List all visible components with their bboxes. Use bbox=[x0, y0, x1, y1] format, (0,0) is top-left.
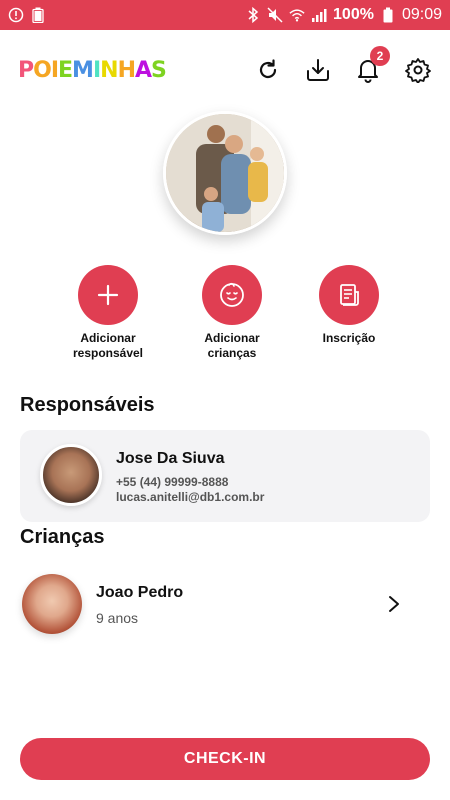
add-guardian-label: Adicionar responsável bbox=[72, 331, 144, 360]
logo-letter: I bbox=[50, 57, 59, 83]
guardian-phone: +55 (44) 99999-8888 bbox=[116, 475, 229, 489]
signal-icon bbox=[311, 7, 327, 23]
app-logo: POIEMINHAS bbox=[18, 57, 167, 83]
guardian-name: Jose Da Siuva bbox=[116, 450, 225, 467]
guardians-title: Responsáveis bbox=[20, 394, 155, 416]
add-children-label: Adicionar crianças bbox=[204, 331, 260, 360]
logo-letter: H bbox=[117, 57, 136, 83]
chevron-right-icon[interactable] bbox=[384, 594, 404, 614]
guardian-card[interactable]: Jose Da Siuva +55 (44) 99999-8888 lucas.… bbox=[20, 430, 430, 522]
plus-icon bbox=[97, 284, 119, 306]
wifi-icon bbox=[289, 7, 305, 23]
battery-saver-icon bbox=[30, 7, 46, 23]
subscription-button[interactable] bbox=[319, 265, 379, 325]
download-icon bbox=[307, 59, 329, 81]
logo-letter: N bbox=[100, 57, 118, 83]
document-icon bbox=[340, 284, 359, 306]
avatar bbox=[22, 574, 82, 634]
guardian-email: lucas.anitelli@db1.com.br bbox=[116, 490, 265, 504]
gear-icon bbox=[405, 58, 431, 83]
app-header: POIEMINHAS 2 bbox=[0, 40, 450, 100]
subscription-label: Inscrição bbox=[322, 331, 376, 345]
child-age: 9 anos bbox=[96, 610, 139, 626]
refresh-icon bbox=[259, 59, 277, 79]
battery-percent: 100% bbox=[333, 6, 374, 23]
notifications-button[interactable]: 2 bbox=[354, 46, 390, 84]
bluetooth-icon bbox=[245, 7, 261, 23]
children-title: Crianças bbox=[20, 526, 105, 548]
download-button[interactable] bbox=[304, 56, 332, 84]
alert-circle-icon bbox=[8, 7, 24, 23]
logo-letter: A bbox=[134, 57, 152, 83]
logo-letter: S bbox=[151, 57, 167, 83]
add-guardian-button[interactable] bbox=[78, 265, 138, 325]
add-children-button[interactable] bbox=[202, 265, 262, 325]
clock: 09:09 bbox=[401, 6, 442, 23]
settings-button[interactable] bbox=[404, 56, 432, 84]
subscription-action[interactable]: Inscrição bbox=[279, 265, 419, 346]
add-guardian-action[interactable]: Adicionar responsável bbox=[38, 265, 178, 361]
battery-icon bbox=[380, 7, 396, 23]
status-bar: 100% 09:09 bbox=[0, 0, 450, 30]
logo-letter: E bbox=[58, 57, 73, 83]
child-name: Joao Pedro bbox=[96, 584, 184, 601]
refresh-button[interactable] bbox=[254, 56, 282, 84]
logo-letter: P bbox=[18, 57, 34, 83]
logo-letter: O bbox=[33, 57, 52, 83]
notification-badge: 2 bbox=[370, 46, 390, 66]
baby-face-icon bbox=[220, 282, 244, 307]
logo-letter: I bbox=[92, 57, 101, 83]
check-in-button[interactable]: CHECK-IN bbox=[20, 738, 430, 780]
avatar bbox=[40, 444, 102, 506]
logo-letter: M bbox=[72, 57, 94, 83]
family-photo bbox=[163, 111, 287, 235]
mute-icon bbox=[267, 7, 283, 23]
child-list-item[interactable]: Joao Pedro 9 anos bbox=[20, 570, 430, 640]
